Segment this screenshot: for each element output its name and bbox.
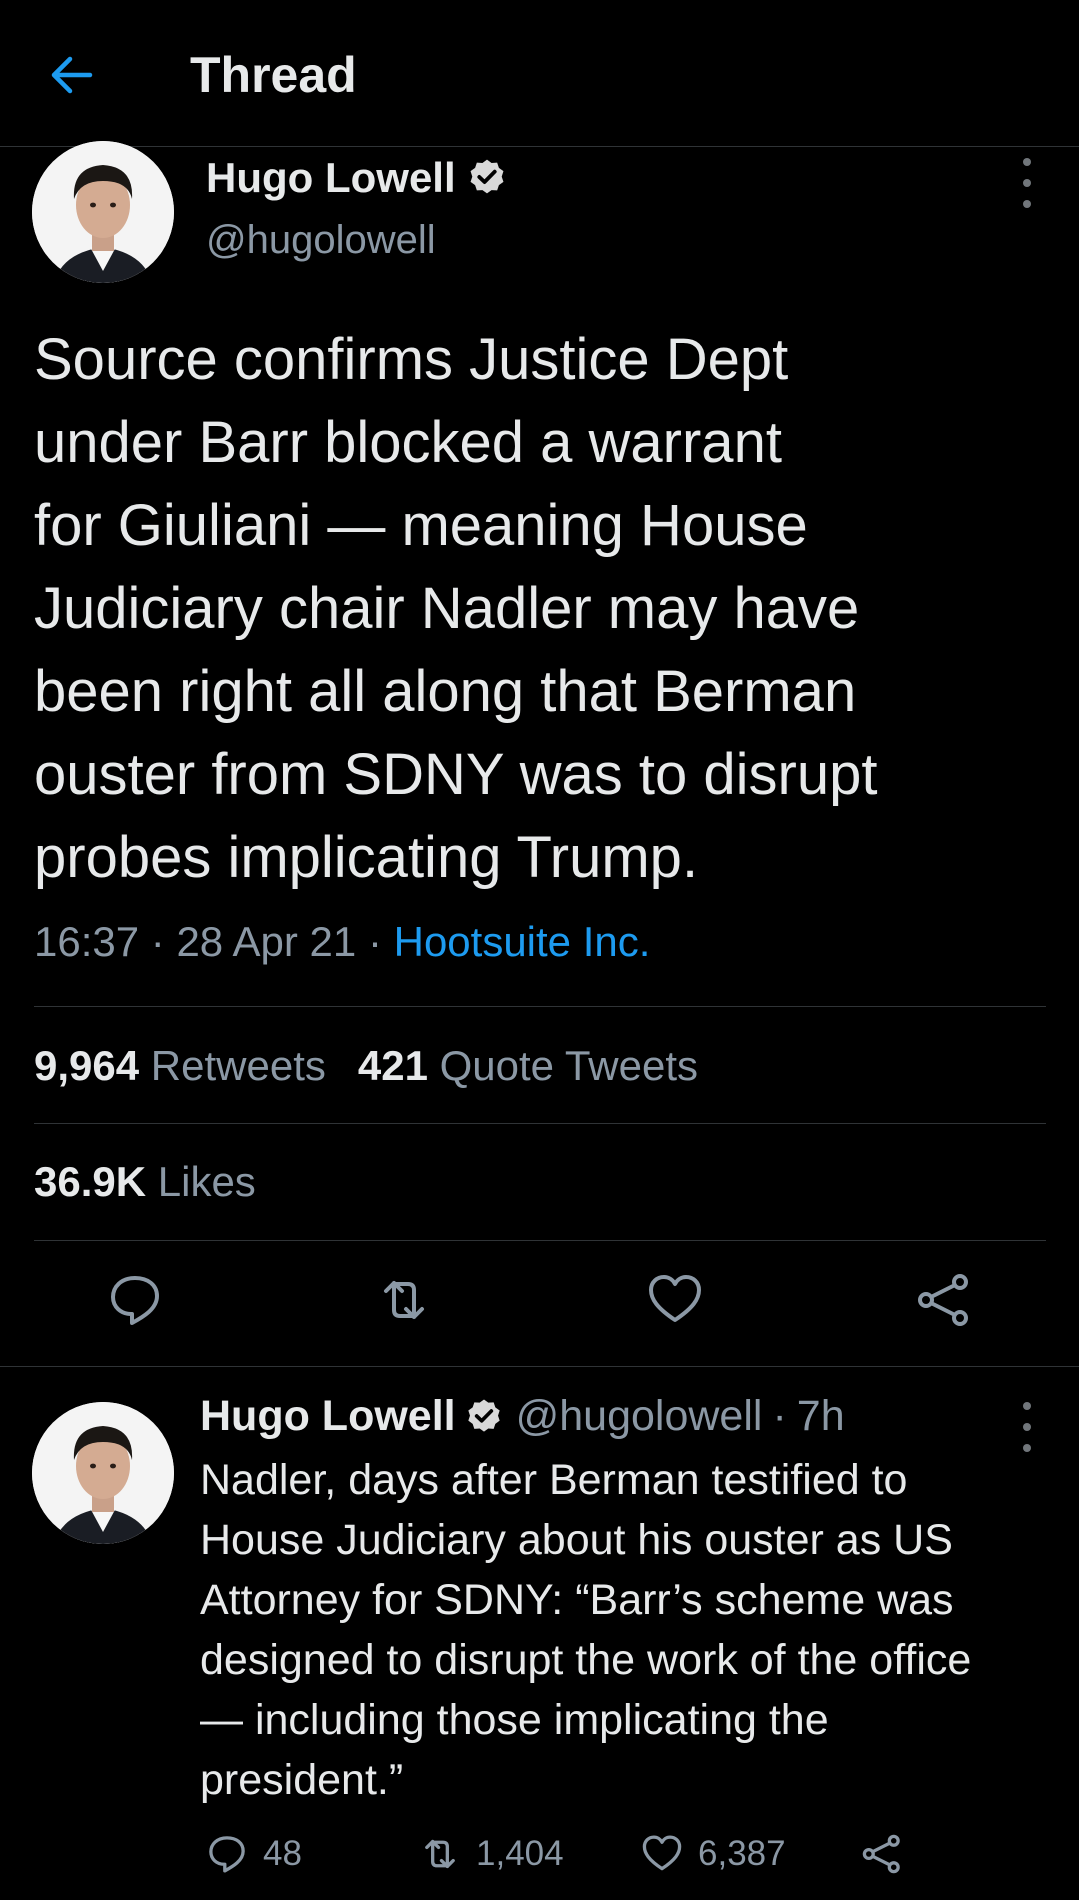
tweet-text: Source confirms Justice Dept under Barr … (34, 327, 878, 890)
divider (34, 1123, 1046, 1124)
reply-author-name[interactable]: Hugo Lowell (200, 1392, 456, 1441)
retweet-stats-row: 9,964 Retweets 421 Quote Tweets (34, 1042, 730, 1090)
reply-author-avatar[interactable] (32, 1402, 174, 1544)
tweet-time[interactable]: 16:37 (34, 918, 139, 965)
more-dot (1023, 1423, 1031, 1431)
share-icon (862, 1834, 900, 1874)
retweets-label: Retweets (150, 1042, 326, 1089)
tweet-source-link[interactable]: Hootsuite Inc. (394, 918, 651, 965)
more-dot (1023, 200, 1031, 208)
page-title: Thread (190, 47, 357, 103)
reply-icon[interactable] (105, 1270, 165, 1330)
quote-tweets-stat[interactable]: 421 Quote Tweets (358, 1042, 698, 1090)
likes-stats-row: 36.9K Likes (34, 1158, 288, 1206)
tweet-date[interactable]: 28 Apr 21 (176, 918, 356, 965)
retweet-icon (425, 1839, 455, 1869)
thread-page: Thread Hugo Lowell @hugolowell Source co… (0, 0, 1079, 1900)
quote-tweets-count: 421 (357, 1042, 428, 1089)
share-icon[interactable] (914, 1270, 974, 1330)
retweets-count: 9,964 (34, 1042, 140, 1089)
more-dot (1023, 1402, 1031, 1410)
divider (34, 1006, 1046, 1007)
section-divider (0, 1366, 1079, 1367)
meta-separator: · (367, 918, 382, 965)
tweet-meta: 16:37 · 28 Apr 21 · Hootsuite Inc. (34, 918, 650, 966)
verified-badge-icon (467, 1399, 500, 1432)
meta-separator: · (772, 1392, 787, 1440)
more-dot (1023, 179, 1031, 187)
divider (34, 1240, 1046, 1241)
reply-icon (209, 1836, 245, 1873)
reply-tweet-text: Nadler, days after Berman testified to H… (200, 1456, 972, 1804)
reply-age[interactable]: 7h (797, 1392, 845, 1441)
verified-badge-icon (470, 159, 504, 194)
author-handle[interactable]: @hugolowell (206, 218, 508, 263)
author-avatar[interactable] (32, 141, 174, 283)
quote-tweets-label: Quote Tweets (439, 1042, 698, 1089)
top-bar: Thread (0, 0, 1079, 147)
like-count: 6,387 (698, 1834, 786, 1873)
back-button[interactable] (44, 48, 98, 102)
reply-like-button[interactable]: 6,387 (640, 1832, 786, 1876)
arrow-left-icon (51, 56, 93, 94)
tweet-action-bar (0, 1270, 1079, 1340)
reply-retweet-button[interactable]: 1,404 (418, 1832, 564, 1876)
retweets-stat[interactable]: 9,964 Retweets (34, 1042, 326, 1090)
reply-header: Hugo Lowell @hugolowell · 7h (200, 1392, 845, 1441)
reply-reply-button[interactable]: 48 (205, 1832, 302, 1876)
more-dot (1023, 158, 1031, 166)
author-name[interactable]: Hugo Lowell (206, 154, 456, 202)
retweet-count: 1,404 (476, 1834, 564, 1873)
likes-count: 36.9K (34, 1158, 147, 1205)
likes-stat[interactable]: 36.9K Likes (34, 1158, 256, 1206)
reply-share-button[interactable] (860, 1832, 918, 1876)
heart-icon (642, 1835, 682, 1871)
heart-icon[interactable] (645, 1270, 705, 1330)
more-options-button[interactable] (1012, 158, 1042, 208)
likes-label: Likes (157, 1158, 256, 1205)
reply-action-bar: 48 1,404 6,387 (0, 1832, 1079, 1888)
author-block: Hugo Lowell @hugolowell (206, 154, 508, 263)
reply-author-handle[interactable]: @hugolowell (516, 1392, 763, 1441)
reply-more-options-button[interactable] (1012, 1402, 1042, 1452)
meta-separator: · (150, 918, 165, 965)
retweet-icon[interactable] (374, 1270, 434, 1330)
reply-count: 48 (263, 1834, 302, 1873)
